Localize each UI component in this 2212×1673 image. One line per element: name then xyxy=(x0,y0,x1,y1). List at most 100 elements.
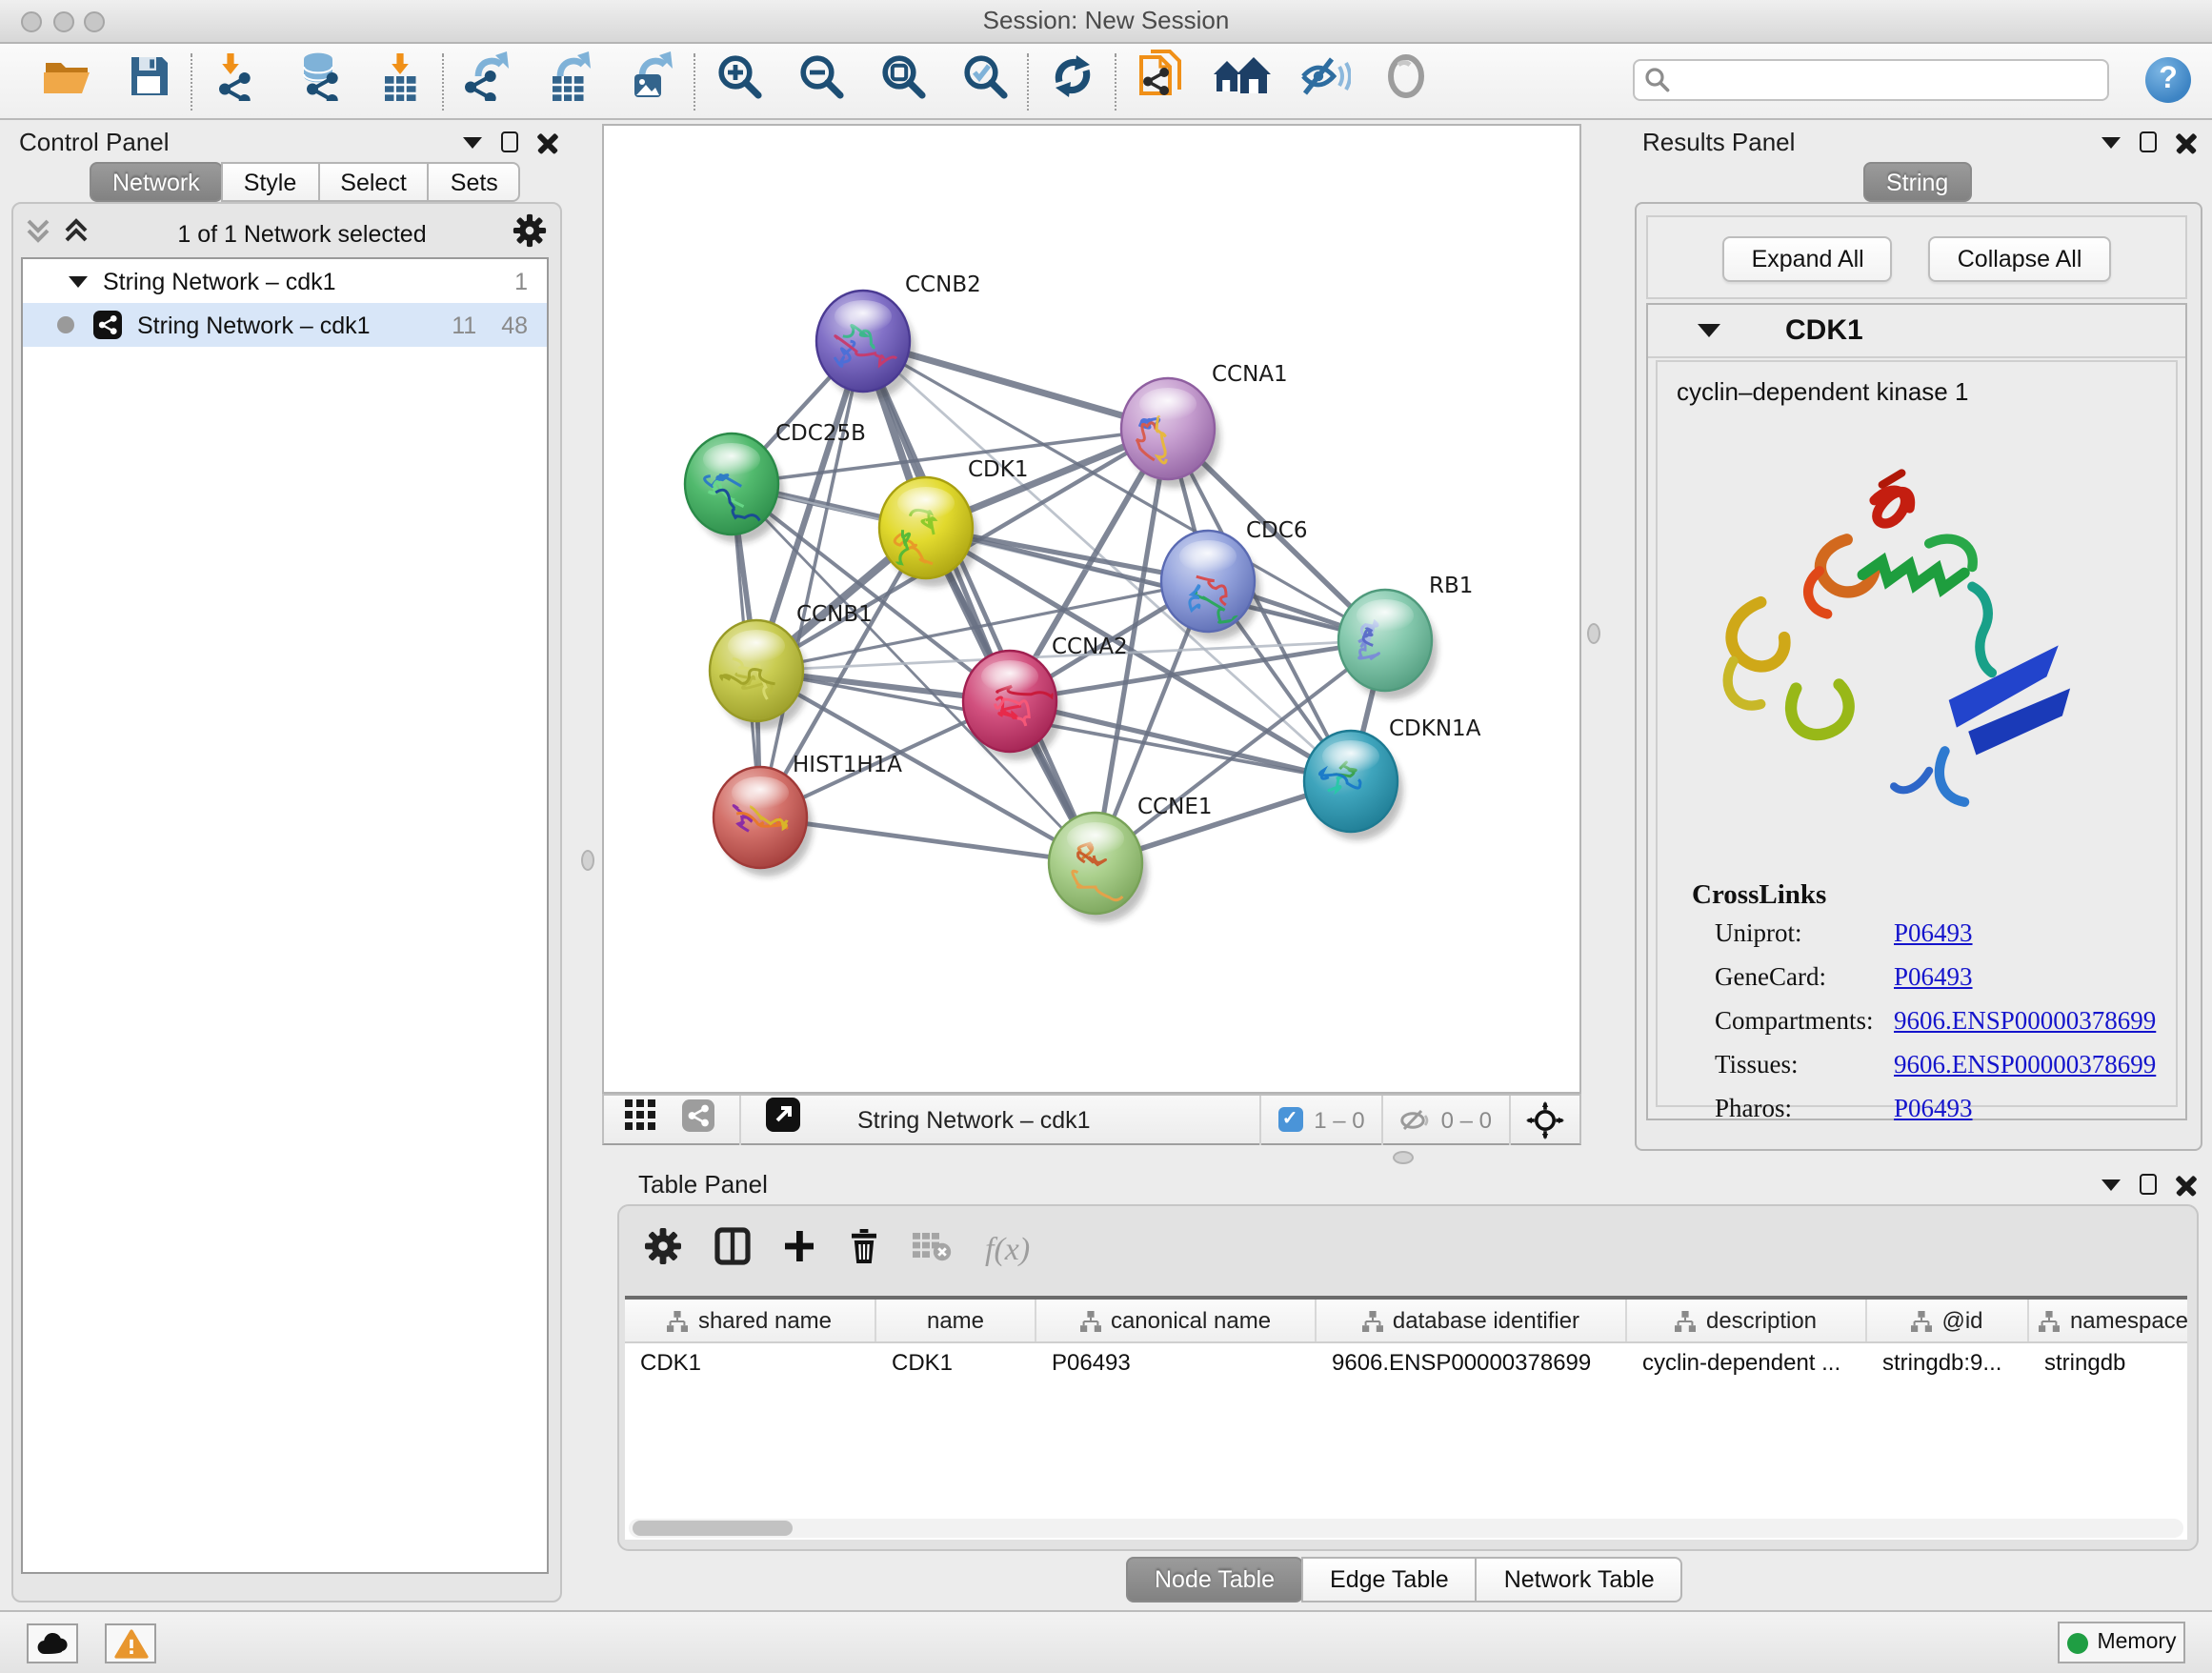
table-horizontal-scrollbar[interactable] xyxy=(629,1519,2183,1538)
birdseye-view-icon[interactable] xyxy=(766,1098,800,1141)
right-splitter-handle[interactable] xyxy=(1587,623,1600,644)
network-edge[interactable] xyxy=(760,341,863,817)
network-share-icon[interactable] xyxy=(682,1099,714,1140)
import-network-button[interactable] xyxy=(210,52,263,110)
zoom-selected-icon xyxy=(960,51,1010,111)
network-node-RB1[interactable] xyxy=(1338,590,1438,699)
selected-nodes-checkbox[interactable]: ✓ xyxy=(1277,1107,1302,1132)
zoom-selected-button[interactable] xyxy=(958,52,1012,110)
window-title: Session: New Session xyxy=(0,6,2212,34)
panel-float-icon[interactable] xyxy=(2140,131,2157,152)
table-cell[interactable]: CDK1 xyxy=(625,1343,876,1380)
import-table-button[interactable] xyxy=(373,52,427,110)
panel-menu-icon[interactable] xyxy=(2101,136,2121,148)
table-row[interactable]: CDK1CDK1P064939606.ENSP00000378699cyclin… xyxy=(625,1343,2187,1380)
crosslink-link[interactable]: P06493 xyxy=(1894,918,1973,947)
panel-close-icon[interactable] xyxy=(537,131,558,152)
import-database-button[interactable] xyxy=(292,52,345,110)
crosslink-link[interactable]: P06493 xyxy=(1894,1094,1973,1122)
tab-network-table[interactable]: Network Table xyxy=(1476,1557,1683,1602)
warning-button[interactable] xyxy=(105,1623,156,1663)
column-header-sharedname[interactable]: shared name xyxy=(625,1300,876,1341)
hide-show-button[interactable] xyxy=(1297,52,1351,110)
zoom-fit-icon xyxy=(878,51,928,111)
tab-edge-table[interactable]: Edge Table xyxy=(1301,1557,1478,1602)
network-row[interactable]: String Network – cdk1 11 48 xyxy=(23,303,547,347)
share-session-button[interactable] xyxy=(1134,52,1187,110)
network-node-HIST1H1A[interactable] xyxy=(714,767,813,877)
memory-button[interactable]: Memory xyxy=(2058,1622,2185,1663)
search-input[interactable] xyxy=(1633,59,2109,101)
tab-string[interactable]: String xyxy=(1863,162,1971,202)
network-node-CCNE1[interactable] xyxy=(1049,813,1148,922)
bottom-splitter-handle[interactable] xyxy=(1393,1151,1414,1164)
apply-layout-button[interactable] xyxy=(1046,52,1099,110)
tab-sets[interactable]: Sets xyxy=(428,162,521,202)
panel-close-icon[interactable] xyxy=(2176,1174,2197,1195)
network-options-gear-icon[interactable] xyxy=(513,212,547,256)
expand-all-icon[interactable] xyxy=(61,214,91,254)
gene-expander-icon[interactable] xyxy=(1698,324,1720,337)
export-table-button[interactable] xyxy=(543,52,596,110)
home-button[interactable] xyxy=(1216,52,1269,110)
zoom-in-button[interactable] xyxy=(713,52,766,110)
help-button[interactable]: ? xyxy=(2145,57,2191,103)
panel-float-icon[interactable] xyxy=(2140,1174,2157,1195)
add-column-icon[interactable] xyxy=(783,1226,815,1274)
zoom-in-icon xyxy=(714,51,764,111)
table-cell[interactable]: cyclin-dependent ... xyxy=(1627,1343,1867,1380)
network-tree: String Network – cdk1 1 String Network –… xyxy=(21,257,549,1574)
table-cell[interactable]: stringdb xyxy=(2029,1343,2187,1380)
table-cell[interactable]: 9606.ENSP00000378699 xyxy=(1317,1343,1627,1380)
network-node-CCNA2[interactable] xyxy=(963,651,1066,760)
crosslink-link[interactable]: 9606.ENSP00000378699 xyxy=(1894,1006,2156,1035)
crosshair-icon[interactable] xyxy=(1526,1100,1564,1139)
column-header-description[interactable]: description xyxy=(1627,1300,1867,1341)
column-header-databaseidentifier[interactable]: database identifier xyxy=(1317,1300,1627,1341)
tab-network[interactable]: Network xyxy=(90,162,223,202)
zoom-fit-button[interactable] xyxy=(876,52,930,110)
cloud-button[interactable] xyxy=(27,1623,78,1663)
panel-close-icon[interactable] xyxy=(2176,131,2197,152)
tab-style[interactable]: Style xyxy=(221,162,320,202)
table-cell[interactable]: stringdb:9... xyxy=(1867,1343,2029,1380)
network-canvas[interactable]: CCNB2 CCNA1 CDC25B CDK1 CDC6 RB1 CCNB1 xyxy=(602,124,1581,1094)
tab-node-table[interactable]: Node Table xyxy=(1126,1557,1303,1602)
open-session-button[interactable] xyxy=(40,52,93,110)
crosslink-link[interactable]: P06493 xyxy=(1894,962,1973,991)
network-edge[interactable] xyxy=(863,341,1096,863)
crosslink-link[interactable]: 9606.ENSP00000378699 xyxy=(1894,1050,2156,1078)
network-node-CCNA1[interactable] xyxy=(1121,378,1220,488)
table-options-gear-icon[interactable] xyxy=(644,1226,682,1274)
table-scrollbar-thumb[interactable] xyxy=(633,1521,793,1536)
network-node-CDK1[interactable] xyxy=(879,477,978,587)
export-network-button[interactable] xyxy=(461,52,514,110)
network-collection-row[interactable]: String Network – cdk1 1 xyxy=(23,259,547,303)
network-node-CDC25B[interactable] xyxy=(685,433,784,543)
collapse-all-icon[interactable] xyxy=(23,214,53,254)
tab-select[interactable]: Select xyxy=(317,162,430,202)
column-header-namespace[interactable]: namespace xyxy=(2029,1300,2187,1341)
show-columns-icon[interactable] xyxy=(714,1226,751,1274)
column-header-id[interactable]: @id xyxy=(1867,1300,2029,1341)
network-node-CCNB2[interactable] xyxy=(816,291,915,400)
crosslinks-title: CrossLinks xyxy=(1692,880,1826,913)
zoom-out-button[interactable] xyxy=(794,52,848,110)
table-cell[interactable]: CDK1 xyxy=(876,1343,1036,1380)
column-header-canonicalname[interactable]: canonical name xyxy=(1036,1300,1317,1341)
delete-column-icon[interactable] xyxy=(848,1226,880,1274)
expand-all-button[interactable]: Expand All xyxy=(1723,236,1893,282)
left-splitter-handle[interactable] xyxy=(581,850,594,871)
network-node-CDKN1A[interactable] xyxy=(1304,731,1403,840)
save-session-button[interactable] xyxy=(122,52,175,110)
panel-menu-icon[interactable] xyxy=(2101,1179,2121,1190)
collapse-all-button[interactable]: Collapse All xyxy=(1929,236,2111,282)
table-cell[interactable]: P06493 xyxy=(1036,1343,1317,1380)
column-header-name[interactable]: name xyxy=(876,1300,1036,1341)
panel-menu-icon[interactable] xyxy=(463,136,482,148)
panel-float-icon[interactable] xyxy=(501,131,518,152)
collection-expander-icon[interactable] xyxy=(69,275,88,287)
export-image-button[interactable] xyxy=(625,52,678,110)
network-current-dot-icon xyxy=(57,316,74,333)
grid-view-icon[interactable] xyxy=(625,1099,655,1139)
